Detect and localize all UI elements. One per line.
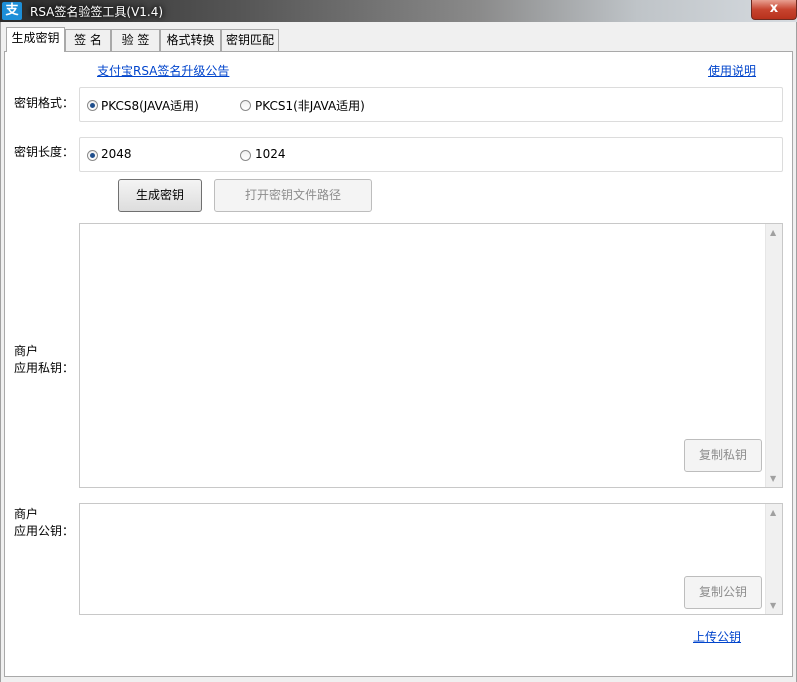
- public-key-label-line2: 应用公钥：: [14, 524, 75, 538]
- pkcs1-radio[interactable]: [240, 100, 251, 111]
- length-1024-label[interactable]: 1024: [255, 147, 286, 161]
- pkcs8-radio-label[interactable]: PKCS8(JAVA适用): [101, 97, 199, 114]
- scroll-up-icon[interactable]: ▲: [770, 508, 776, 517]
- length-2048-radio[interactable]: [87, 150, 98, 161]
- private-key-label-line1: 商户: [14, 344, 39, 358]
- private-key-scrollbar[interactable]: ▲ ▼: [765, 224, 782, 487]
- pkcs1-radio-label[interactable]: PKCS1(非JAVA适用): [255, 97, 365, 114]
- scroll-up-icon[interactable]: ▲: [770, 228, 776, 237]
- private-key-textarea[interactable]: ▲ ▼ 复制私钥: [79, 223, 783, 488]
- key-length-label: 密钥长度：: [14, 145, 75, 159]
- announcement-link[interactable]: 支付宝RSA签名升级公告: [97, 62, 229, 79]
- public-key-label-line1: 商户: [14, 507, 39, 521]
- key-format-label: 密钥格式：: [14, 96, 75, 110]
- key-length-group: 2048 1024: [79, 137, 783, 172]
- generate-key-button[interactable]: 生成密钥: [118, 179, 202, 212]
- usage-link[interactable]: 使用说明: [708, 62, 756, 79]
- copy-private-key-button[interactable]: 复制私钥: [684, 439, 762, 472]
- panel-content: 支付宝RSA签名升级公告 使用说明 密钥格式： PKCS8(JAVA适用) PK…: [0, 0, 797, 682]
- scroll-down-icon[interactable]: ▼: [770, 474, 776, 483]
- scroll-down-icon[interactable]: ▼: [770, 601, 776, 610]
- public-key-textarea[interactable]: ▲ ▼ 复制公钥: [79, 503, 783, 615]
- private-key-label-line2: 应用私钥：: [14, 361, 75, 375]
- open-key-path-button[interactable]: 打开密钥文件路径: [214, 179, 372, 212]
- upload-public-key-link[interactable]: 上传公钥: [693, 628, 741, 645]
- length-1024-radio[interactable]: [240, 150, 251, 161]
- length-2048-label[interactable]: 2048: [101, 147, 132, 161]
- key-format-group: PKCS8(JAVA适用) PKCS1(非JAVA适用): [79, 87, 783, 122]
- public-key-scrollbar[interactable]: ▲ ▼: [765, 504, 782, 614]
- pkcs8-radio[interactable]: [87, 100, 98, 111]
- copy-public-key-button[interactable]: 复制公钥: [684, 576, 762, 609]
